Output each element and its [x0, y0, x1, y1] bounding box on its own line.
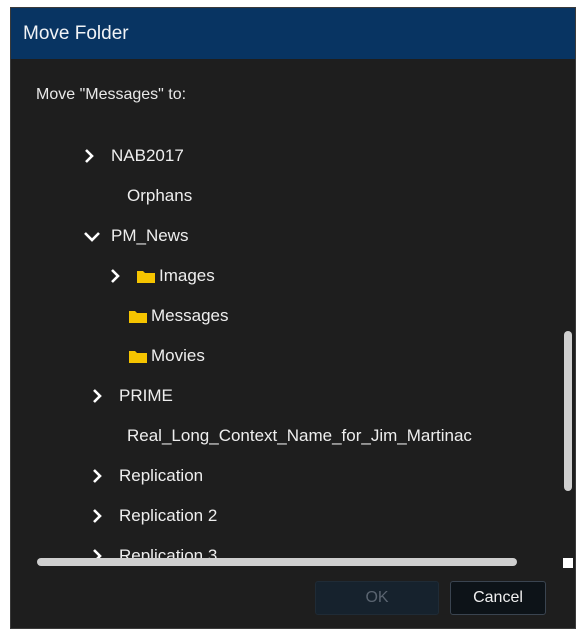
chevron-right-icon[interactable] — [89, 388, 105, 404]
tree-item-label: Messages — [151, 306, 229, 325]
vertical-scrollbar[interactable] — [564, 331, 572, 491]
tree-item-images[interactable]: Images — [11, 256, 561, 296]
tree-item-real-long-context-name[interactable]: Real_Long_Context_Name_for_Jim_Martinac — [11, 416, 561, 456]
tree-item-label: Movies — [151, 346, 205, 365]
folder-icon — [129, 349, 147, 363]
tree-item-label: Real_Long_Context_Name_for_Jim_Martinac — [127, 426, 472, 445]
folder-icon — [137, 269, 155, 283]
chevron-right-icon[interactable] — [81, 148, 97, 164]
folder-tree[interactable]: NAB2017 Orphans PM_News Images Messages … — [11, 136, 561, 559]
tree-item-label: NAB2017 — [111, 146, 184, 165]
tree-item-movies[interactable]: Movies — [11, 336, 561, 376]
chevron-right-icon[interactable] — [107, 268, 123, 284]
horizontal-scrollbar[interactable] — [37, 558, 517, 566]
tree-item-orphans[interactable]: Orphans — [11, 176, 561, 216]
chevron-right-icon[interactable] — [89, 508, 105, 524]
tree-item-messages[interactable]: Messages — [11, 296, 561, 336]
chevron-right-icon[interactable] — [89, 468, 105, 484]
scroll-corner — [563, 558, 573, 568]
dialog-title: Move Folder — [11, 8, 575, 59]
tree-item-label: Orphans — [127, 186, 193, 205]
tree-item-replication-2[interactable]: Replication 2 — [11, 496, 561, 536]
tree-item-label: Replication — [119, 466, 204, 485]
move-prompt: Move "Messages" to: — [36, 86, 187, 103]
ok-button[interactable]: OK — [315, 581, 439, 615]
chevron-down-icon[interactable] — [83, 228, 100, 244]
tree-item-replication[interactable]: Replication — [11, 456, 561, 496]
tree-item-nab2017[interactable]: NAB2017 — [11, 136, 561, 176]
cancel-button[interactable]: Cancel — [450, 581, 546, 615]
folder-icon — [129, 309, 147, 323]
tree-item-label: PM_News — [111, 226, 189, 245]
tree-item-label: Replication 2 — [119, 506, 218, 525]
move-folder-dialog: Move Folder Move "Messages" to: NAB2017 … — [10, 7, 576, 629]
tree-item-replication-3[interactable]: Replication 3 — [11, 536, 561, 559]
tree-item-pm-news[interactable]: PM_News — [11, 216, 561, 256]
tree-item-label: Images — [159, 266, 215, 285]
tree-item-label: PRIME — [119, 386, 173, 405]
tree-item-prime[interactable]: PRIME — [11, 376, 561, 416]
